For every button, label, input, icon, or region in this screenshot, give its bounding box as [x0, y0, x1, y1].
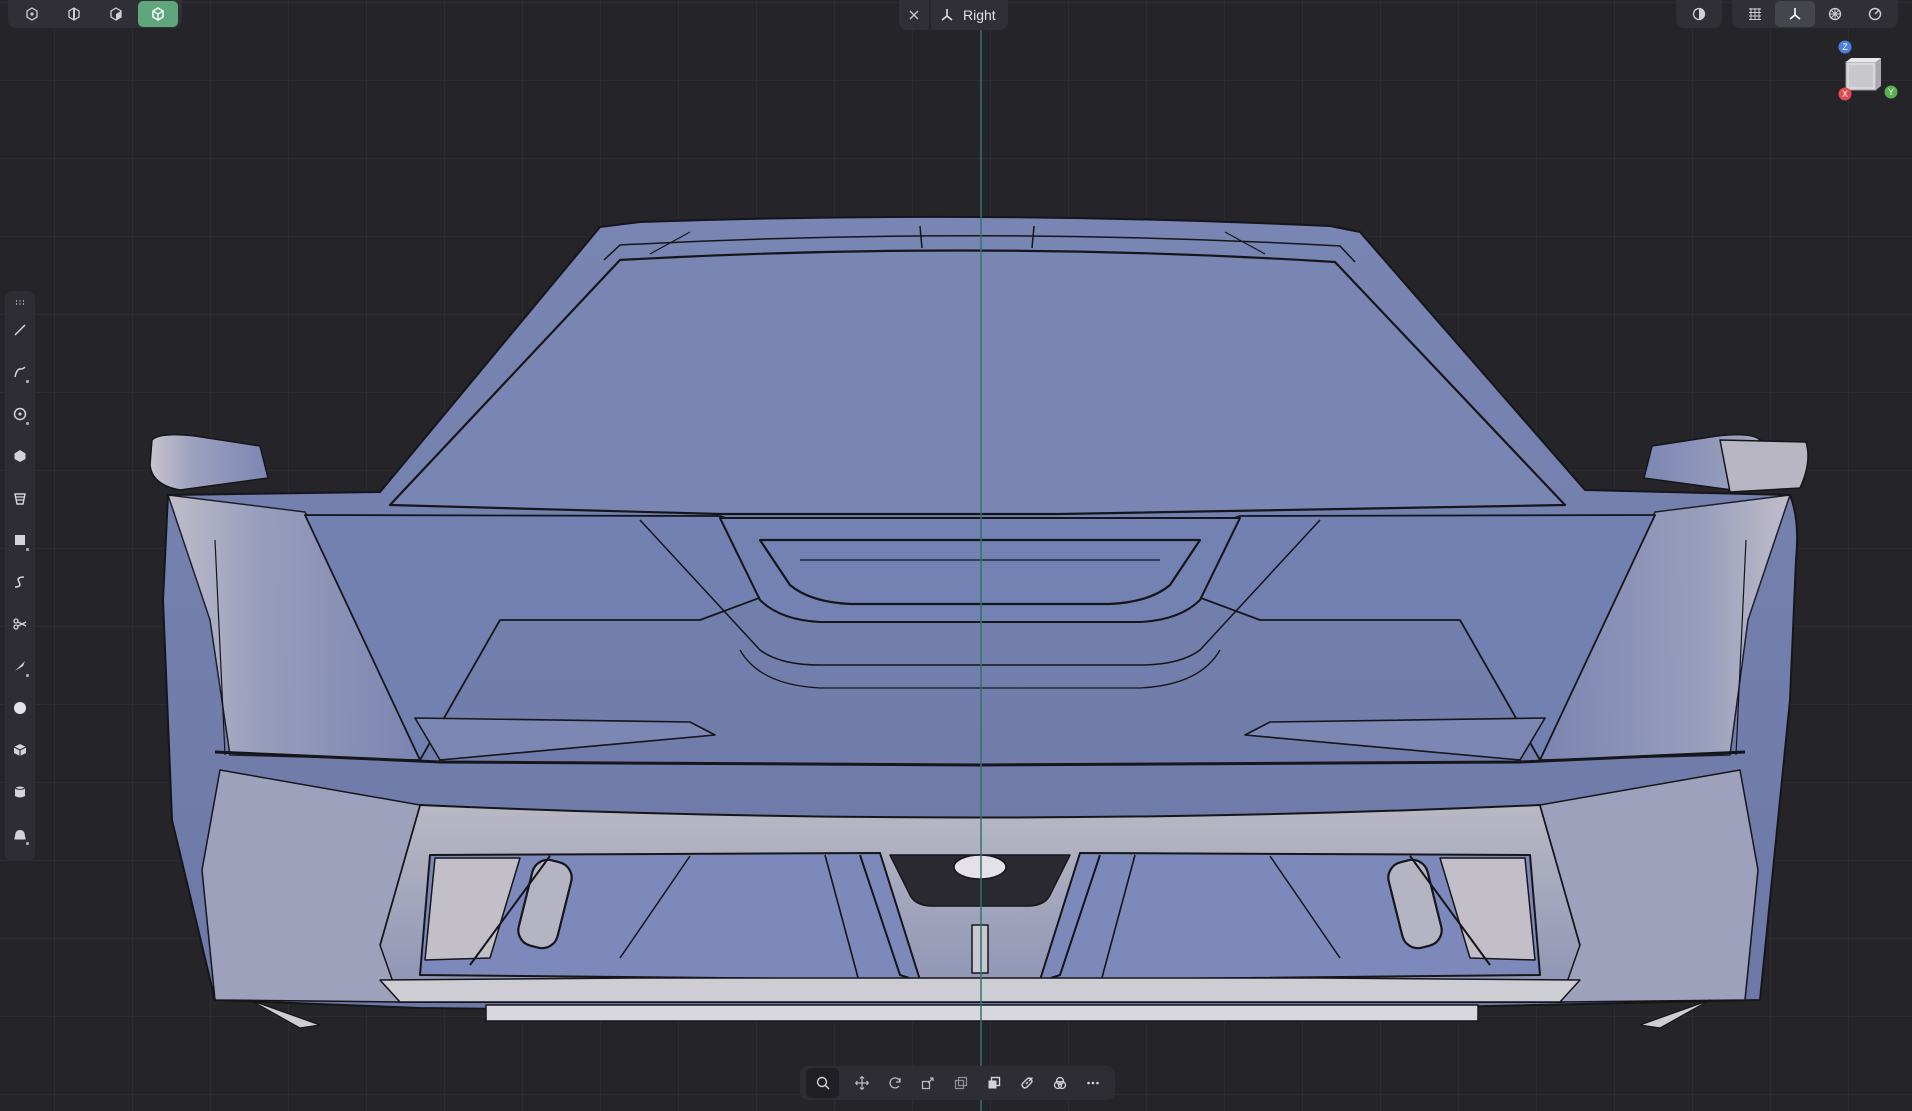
- scissors-tool-button[interactable]: [5, 603, 35, 645]
- modeling-tool-palette: [5, 291, 35, 861]
- box-tool-icon: [13, 744, 27, 756]
- half-circle-icon: [1692, 7, 1706, 21]
- more-icon: [1086, 1081, 1099, 1085]
- rectangle-tool-button[interactable]: [5, 519, 35, 561]
- duplicate-button[interactable]: [944, 1068, 977, 1098]
- edge-icon: [68, 7, 80, 21]
- link-icon: [1020, 1077, 1033, 1089]
- loft-tool-icon: [14, 830, 26, 840]
- zoom-icon: [816, 1076, 830, 1090]
- 3d-viewport[interactable]: [0, 0, 1912, 1111]
- viewport-canvas[interactable]: [0, 0, 1912, 1111]
- extrude-tool-button[interactable]: [5, 477, 35, 519]
- circle-tool-button[interactable]: [5, 393, 35, 435]
- z-axis-label: Z: [1842, 42, 1848, 52]
- front-splitter: [485, 1004, 1479, 1022]
- axis-icon: [1789, 8, 1801, 20]
- polygon-tool-button[interactable]: [5, 435, 35, 477]
- vertex-icon: [26, 7, 38, 21]
- scale-icon: [921, 1077, 934, 1090]
- knife-tool-button[interactable]: [5, 645, 35, 687]
- mode-edge-button[interactable]: [54, 1, 94, 27]
- snap-icon: [1828, 7, 1842, 21]
- box-tool-button[interactable]: [5, 729, 35, 771]
- view-selector: Right: [899, 0, 1008, 30]
- palette-drag-handle[interactable]: [5, 295, 35, 309]
- front-emblem: [953, 854, 1007, 880]
- x-axis-label: X: [1842, 89, 1848, 99]
- curve-tool-button[interactable]: [5, 351, 35, 393]
- boolean-icon: [988, 1076, 1000, 1089]
- grid-toggle-button[interactable]: [1735, 1, 1775, 27]
- axis-icon: [941, 9, 953, 21]
- close-view-button[interactable]: [899, 0, 929, 30]
- link-button[interactable]: [1010, 1068, 1043, 1098]
- duplicate-icon: [954, 1076, 967, 1090]
- viewport-display-toolbar: [1676, 0, 1898, 28]
- loft-tool-button[interactable]: [5, 813, 35, 855]
- close-icon: [909, 10, 919, 20]
- navigation-gizmo[interactable]: Z X Y: [1836, 38, 1902, 106]
- circle-tool-icon: [13, 407, 27, 421]
- face-icon: [110, 7, 122, 21]
- knife-tool-icon: [15, 661, 25, 671]
- line-tool-button[interactable]: [5, 309, 35, 351]
- object-icon: [152, 7, 164, 21]
- mode-object-button[interactable]: [138, 1, 178, 27]
- view-label: Right: [963, 7, 996, 23]
- move-icon: [854, 1076, 869, 1090]
- grid-icon: [1749, 8, 1761, 20]
- move-button[interactable]: [845, 1068, 878, 1098]
- sphere-tool-button[interactable]: [5, 687, 35, 729]
- axes-toggle-button[interactable]: [1775, 1, 1815, 27]
- spline-tool-icon: [14, 576, 25, 588]
- mode-face-button[interactable]: [96, 1, 136, 27]
- grip-icon: [16, 300, 24, 305]
- spline-tool-button[interactable]: [5, 561, 35, 603]
- polygon-tool-icon: [14, 450, 26, 462]
- view-dropdown[interactable]: Right: [931, 0, 1008, 30]
- curve-tool-icon: [14, 366, 26, 378]
- mode-vertex-button[interactable]: [12, 1, 52, 27]
- cylinder-tool-button[interactable]: [5, 771, 35, 813]
- render-settings-button[interactable]: [1855, 1, 1895, 27]
- combine-icon: [1053, 1076, 1066, 1090]
- shading-mode-button[interactable]: [1679, 1, 1719, 27]
- rectangle-tool-icon: [15, 535, 25, 545]
- rotate-icon: [888, 1077, 901, 1089]
- extrude-tool-icon: [14, 493, 26, 505]
- line-tool-icon: [14, 324, 26, 336]
- selection-mode-toolbar: [8, 0, 182, 28]
- zoom-button[interactable]: [806, 1068, 839, 1098]
- rotate-button[interactable]: [878, 1068, 911, 1098]
- snapping-button[interactable]: [1815, 1, 1855, 27]
- transform-toolbar: [800, 1066, 1115, 1100]
- scissors-tool-icon: [13, 618, 27, 630]
- combine-button[interactable]: [1043, 1068, 1076, 1098]
- more-button[interactable]: [1076, 1068, 1109, 1098]
- cylinder-tool-icon: [14, 786, 26, 798]
- sphere-tool-icon: [14, 702, 26, 714]
- circle-icon: [1868, 7, 1882, 21]
- scale-button[interactable]: [911, 1068, 944, 1098]
- hood-vent: [719, 517, 1241, 623]
- y-axis-label: Y: [1888, 87, 1894, 97]
- boolean-button[interactable]: [977, 1068, 1010, 1098]
